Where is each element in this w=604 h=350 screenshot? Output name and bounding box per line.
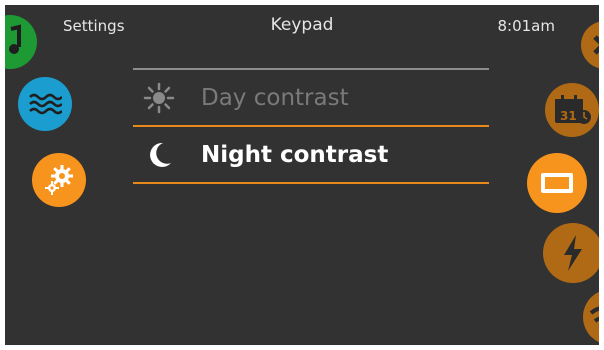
clock: 8:01am (497, 17, 556, 35)
wifi-button[interactable] (583, 289, 599, 345)
night-contrast-option[interactable]: Night contrast (133, 127, 489, 184)
water-button[interactable] (18, 77, 72, 131)
calendar-button[interactable]: 31 (545, 83, 599, 137)
water-waves-icon (29, 93, 62, 115)
day-contrast-option[interactable]: Day contrast (133, 70, 489, 127)
music-icon (9, 24, 21, 54)
keypad-screen-icon (541, 173, 573, 193)
contrast-list: Day contrast Night contrast (133, 68, 489, 184)
settings-button[interactable] (32, 153, 86, 207)
gears-icon (45, 165, 73, 195)
light-icon (593, 35, 599, 55)
keypad-button[interactable] (527, 153, 587, 213)
power-button[interactable] (543, 223, 599, 283)
day-contrast-label: Day contrast (201, 84, 349, 111)
music-button[interactable] (5, 15, 37, 69)
keypad-screen: Settings Keypad 8:01am 31 Day contrast N… (5, 5, 599, 345)
moon-icon (150, 142, 171, 167)
calendar-clock-icon: 31 (555, 95, 591, 124)
night-contrast-label: Night contrast (201, 141, 389, 168)
calendar-day: 31 (560, 109, 577, 123)
lightning-icon (564, 235, 582, 271)
light-button[interactable] (581, 21, 599, 69)
wifi-icon (589, 306, 599, 323)
sun-icon (143, 82, 175, 113)
